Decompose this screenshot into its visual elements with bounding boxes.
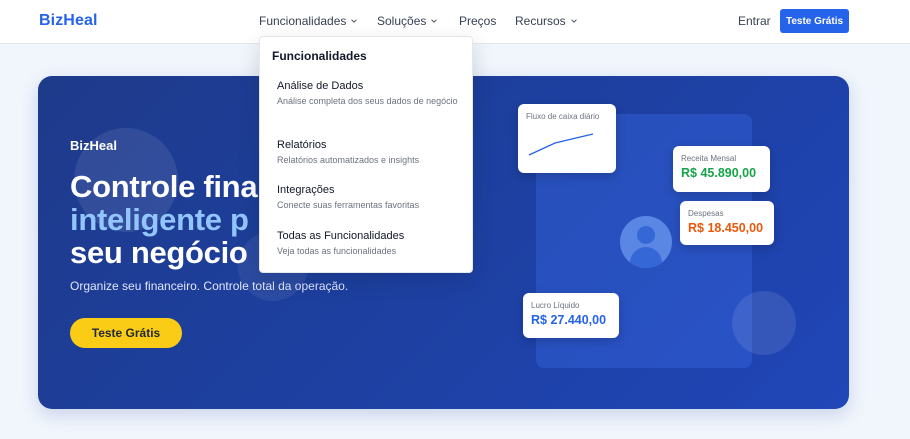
login-link[interactable]: Entrar [738,14,771,28]
hero-subtitle: Organize seu financeiro. Controle total … [70,279,349,293]
logo[interactable]: BizHeal [39,12,98,30]
revenue-label: Receita Mensal [681,154,737,163]
cash-flow-card: Fluxo de caixa diário [518,104,616,173]
expenses-value: R$ 18.450,00 [688,221,764,235]
free-trial-button[interactable]: Teste Grátis [780,9,849,33]
chevron-down-icon [431,19,438,23]
dropdown-item-description: Veja todas as funcionalidades [277,246,397,256]
nav-item-funcionalidades[interactable]: Funcionalidades [259,14,358,28]
dropdown-item-todas-funcionalidades[interactable]: Todas as Funcionalidades Veja todas as f… [277,230,462,258]
dropdown-item-relatorios[interactable]: Relatórios Relatórios automatizados e in… [277,139,462,167]
nav-item-label: Soluções [377,14,427,28]
nav-item-label: Preços [459,14,497,28]
nav-item-solucoes[interactable]: Soluções [377,14,438,28]
cash-flow-label: Fluxo de caixa diário [526,112,600,121]
nav-item-precos[interactable]: Preços [459,14,496,28]
line-chart-icon [528,133,594,156]
chevron-down-icon [570,19,577,23]
dropdown-item-title: Integrações [277,184,335,196]
dropdown-title: Funcionalidades [272,49,367,63]
decorative-circle [732,291,796,355]
dropdown-item-title: Análise de Dados [277,80,364,92]
user-avatar-icon [620,216,672,268]
dropdown-item-analise-de-dados[interactable]: Análise de Dados Análise completa dos se… [277,80,462,108]
chevron-down-icon [351,19,358,23]
dropdown-item-integracoes[interactable]: Integrações Conecte suas ferramentas fav… [277,184,462,212]
funcionalidades-dropdown: Funcionalidades Análise de Dados Análise… [259,36,473,273]
profit-card: Lucro Líquido R$ 27.440,00 [523,293,619,338]
dropdown-item-description: Conecte suas ferramentas favoritas [277,200,420,210]
hero-free-trial-button[interactable]: Teste Grátis [70,318,182,348]
expenses-label: Despesas [688,209,724,218]
dropdown-item-title: Relatórios [277,139,327,151]
revenue-value: R$ 45.890,00 [681,166,757,180]
revenue-card: Receita Mensal R$ 45.890,00 [673,146,770,192]
nav-item-label: Recursos [515,14,566,28]
dropdown-item-description: Relatórios automatizados e insights [277,155,420,165]
dropdown-item-description: Análise completa dos seus dados de negóc… [277,96,458,106]
profit-value: R$ 27.440,00 [531,313,607,327]
expenses-card: Despesas R$ 18.450,00 [680,201,774,245]
dropdown-item-title: Todas as Funcionalidades [277,230,405,242]
hero-brand: BizHeal [70,138,117,153]
profit-label: Lucro Líquido [531,301,580,310]
nav-item-label: Funcionalidades [259,14,347,28]
nav-item-recursos[interactable]: Recursos [515,14,578,28]
